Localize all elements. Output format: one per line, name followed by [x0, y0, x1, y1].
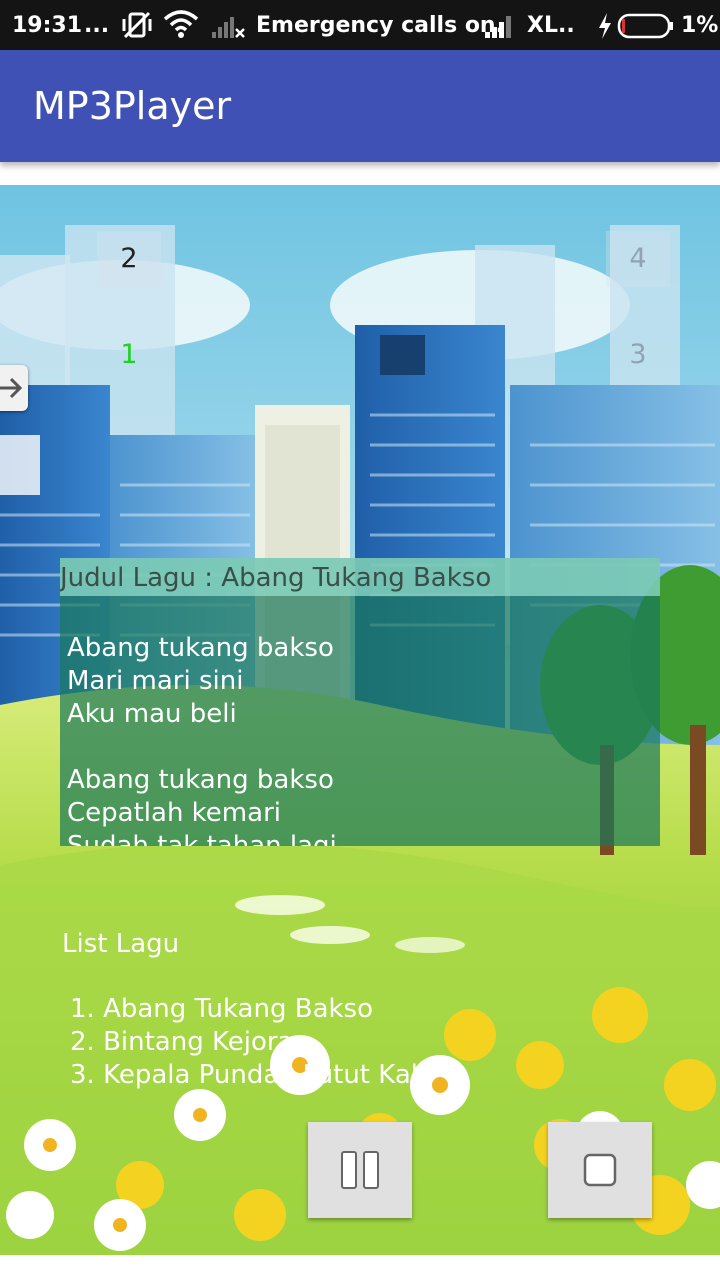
charging-icon	[599, 13, 611, 39]
pause-button[interactable]	[308, 1122, 412, 1218]
pause-icon	[341, 1151, 379, 1189]
status-more-dots: ...	[84, 13, 110, 38]
number-button-2[interactable]: 2	[97, 231, 161, 287]
arrow-right-icon	[0, 377, 23, 399]
stop-icon	[583, 1153, 617, 1187]
lyric-line: Abang tukang bakso	[67, 633, 334, 663]
status-time: 19:31	[12, 13, 83, 38]
signal-icon	[485, 16, 511, 38]
song-list: 1. Abang Tukang Bakso 2. Bintang Kejora …	[70, 993, 433, 1092]
song-list-title: List Lagu	[62, 929, 180, 959]
battery-percent: 1%	[681, 13, 719, 38]
number-button-1[interactable]: 1	[97, 327, 161, 383]
status-bar: 19:31 ... Emergency calls on.. XL.. 1%	[0, 0, 720, 50]
number-button-3[interactable]: 3	[606, 327, 670, 383]
lyrics-panel[interactable]: Judul Lagu : Abang Tukang Bakso Abang tu…	[60, 558, 660, 846]
lyric-line: Cepatlah kemari	[67, 798, 281, 828]
song-list-item[interactable]: 3. Kepala Pundak Lutut Kaki	[70, 1059, 433, 1092]
app-bar: MP3Player	[0, 50, 720, 162]
lyric-line	[67, 731, 337, 764]
status-network: XL..	[527, 13, 575, 38]
lyric-line: Abang tukang bakso	[67, 765, 334, 795]
app-title: MP3Player	[33, 84, 232, 128]
lyric-line: Aku mau beli	[67, 699, 237, 729]
lyric-line: Sudah tak tahan lagi	[67, 831, 337, 846]
side-toggle-button[interactable]	[0, 365, 28, 411]
bottom-edge	[0, 1255, 720, 1280]
player-background: 2 1 4 3 Judul Lagu : Abang Tukang Bakso …	[0, 185, 720, 1255]
lyrics-text: Abang tukang bakso Mari mari sini Aku mau …	[67, 632, 337, 846]
wifi-icon	[163, 10, 199, 38]
number-button-4[interactable]: 4	[606, 231, 670, 287]
battery-icon	[617, 13, 673, 39]
vibrate-off-icon	[122, 11, 152, 39]
song-list-item[interactable]: 1. Abang Tukang Bakso	[70, 993, 433, 1026]
song-list-item[interactable]: 2. Bintang Kejora	[70, 1026, 433, 1059]
signal-no-sim-icon	[212, 17, 245, 38]
stop-button[interactable]	[548, 1122, 652, 1218]
song-title-label: Judul Lagu : Abang Tukang Bakso	[60, 558, 660, 596]
status-carrier-text: Emergency calls on..	[256, 13, 513, 38]
lyric-line: Mari mari sini	[67, 666, 244, 696]
